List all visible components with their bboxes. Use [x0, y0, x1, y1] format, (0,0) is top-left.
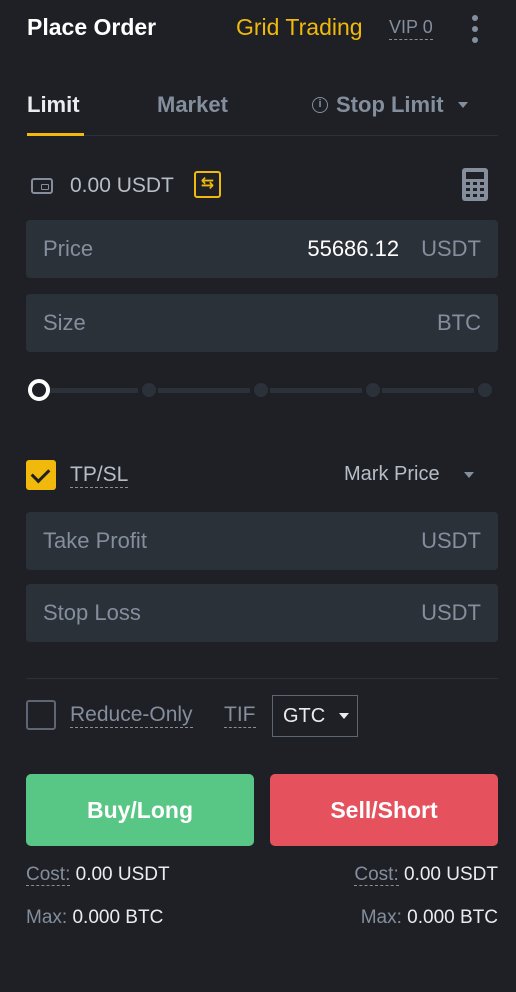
take-profit-input[interactable]: Take Profit USDT — [26, 512, 498, 570]
slider-thumb[interactable] — [28, 379, 50, 401]
reduce-only-checkbox[interactable] — [26, 700, 56, 730]
sell-cost: Cost: 0.00 USDT — [354, 864, 498, 886]
trigger-price-value: Mark Price — [344, 463, 440, 485]
price-input[interactable]: Price 55686.12 USDT — [26, 220, 498, 278]
buy-cost: Cost: 0.00 USDT — [26, 864, 170, 886]
active-tab-indicator — [27, 133, 84, 136]
slider-track — [270, 388, 362, 393]
max-label: Max: — [26, 907, 68, 928]
size-unit: BTC — [437, 310, 481, 335]
tab-divider — [27, 135, 498, 136]
tpsl-checkbox[interactable] — [26, 460, 56, 490]
tab-stop-limit-label: Stop Limit — [336, 92, 444, 117]
vip-level-badge[interactable]: VIP 0 — [389, 17, 433, 40]
price-value[interactable]: 55686.12 — [307, 236, 399, 262]
divider — [26, 678, 498, 679]
slider-track — [46, 388, 138, 393]
sell-short-button[interactable]: Sell/Short — [270, 774, 498, 846]
tab-limit[interactable]: Limit — [27, 92, 80, 118]
buy-max-value: 0.000 BTC — [72, 907, 164, 928]
stop-loss-input[interactable]: Stop Loss USDT — [26, 584, 498, 642]
size-slider[interactable] — [26, 377, 498, 403]
slider-track — [158, 388, 250, 393]
size-input[interactable]: Size BTC — [26, 294, 498, 352]
sell-max-value: 0.000 BTC — [407, 907, 498, 928]
caret-down-icon — [339, 713, 350, 719]
page-title: Place Order — [27, 14, 157, 40]
slider-node-100[interactable] — [478, 383, 492, 397]
buy-max: Max: 0.000 BTC — [26, 907, 163, 929]
more-options-icon[interactable] — [468, 15, 482, 45]
calculator-icon[interactable] — [462, 168, 488, 201]
stop-loss-unit: USDT — [421, 600, 481, 625]
take-profit-label: Take Profit — [43, 528, 147, 553]
trigger-price-select[interactable]: Mark Price — [344, 463, 474, 486]
price-label: Price — [43, 236, 94, 261]
grid-trading-link[interactable]: Grid Trading — [236, 14, 363, 41]
buy-long-button[interactable]: Buy/Long — [26, 774, 254, 846]
take-profit-unit: USDT — [421, 528, 481, 553]
sell-cost-value: 0.00 USDT — [404, 864, 498, 885]
price-unit: USDT — [421, 236, 481, 261]
tab-market[interactable]: Market — [157, 92, 228, 118]
cost-label[interactable]: Cost: — [354, 864, 399, 886]
info-icon[interactable]: i — [312, 97, 328, 113]
slider-node-50[interactable] — [254, 383, 268, 397]
tpsl-label[interactable]: TP/SL — [70, 463, 129, 488]
available-balance: 0.00 USDT — [70, 174, 174, 197]
wallet-icon — [31, 178, 53, 194]
tif-select[interactable]: GTC — [272, 695, 358, 737]
tif-value: GTC — [283, 704, 326, 727]
cost-label[interactable]: Cost: — [26, 864, 71, 886]
sell-max: Max: 0.000 BTC — [361, 907, 498, 929]
buy-cost-value: 0.00 USDT — [75, 864, 170, 885]
slider-track — [382, 388, 474, 393]
chevron-down-icon[interactable] — [457, 102, 468, 108]
max-label: Max: — [360, 907, 402, 928]
reduce-only-label[interactable]: Reduce-Only — [70, 703, 193, 728]
size-label: Size — [43, 310, 86, 335]
stop-loss-label: Stop Loss — [43, 600, 141, 625]
tif-label[interactable]: TIF — [224, 703, 256, 728]
tab-stop-limit[interactable]: i Stop Limit — [312, 92, 468, 118]
chevron-down-icon[interactable] — [463, 471, 474, 478]
transfer-icon[interactable]: ⇆ — [194, 171, 221, 198]
slider-node-75[interactable] — [366, 383, 380, 397]
slider-node-25[interactable] — [142, 383, 156, 397]
